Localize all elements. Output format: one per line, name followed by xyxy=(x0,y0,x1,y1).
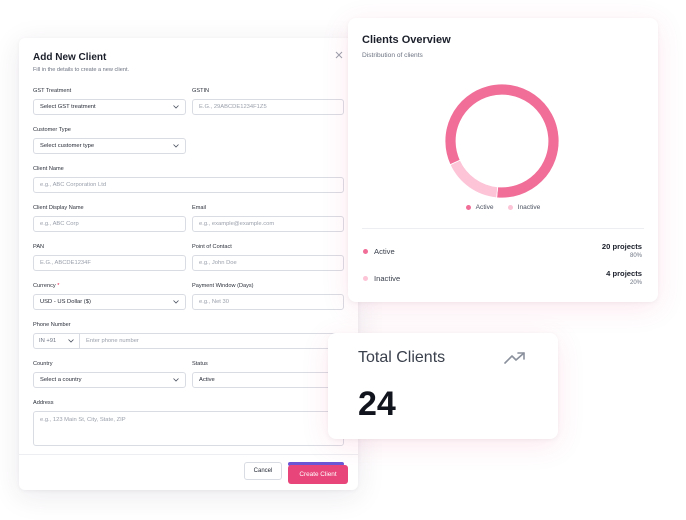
customer-type-label: Customer Type xyxy=(33,127,71,133)
status-value: Active xyxy=(199,377,215,383)
client-display-name-label: Client Display Name xyxy=(33,205,84,211)
currency-label-text: Currency xyxy=(33,283,56,289)
email-label: Email xyxy=(192,205,206,211)
chevron-down-icon xyxy=(173,300,179,304)
chevron-down-icon xyxy=(68,339,74,343)
clients-donut-chart xyxy=(444,83,560,199)
close-icon[interactable] xyxy=(334,50,344,60)
address-placeholder: e.g., 123 Main St, City, State, ZIP xyxy=(40,417,126,423)
footer-divider xyxy=(19,454,358,455)
point-of-contact-placeholder: e.g., John Doe xyxy=(199,260,237,266)
cancel-button[interactable]: Cancel xyxy=(244,462,282,480)
payment-window-input[interactable]: e.g., Net 30 xyxy=(192,294,344,310)
status-select[interactable]: Active xyxy=(192,372,344,388)
payment-window-label: Payment Window (Days) xyxy=(192,283,254,289)
legend-label-active: Active xyxy=(475,204,494,211)
email-placeholder: e.g., example@example.com xyxy=(199,221,275,227)
row-label-inactive: Inactive xyxy=(374,274,401,283)
gstin-placeholder: E.G., 29ABCDE1234F1Z5 xyxy=(199,104,267,110)
row-label-active: Active xyxy=(374,247,395,256)
pan-input[interactable]: E.G., ABCDE1234F xyxy=(33,255,186,271)
legend-item-inactive: Inactive xyxy=(507,204,541,211)
address-textarea[interactable]: e.g., 123 Main St, City, State, ZIP xyxy=(33,411,344,446)
client-name-placeholder: e.g., ABC Corporation Ltd xyxy=(40,182,107,188)
gstin-input[interactable]: E.G., 29ABCDE1234F1Z5 xyxy=(192,99,344,115)
row-dot-inactive xyxy=(363,276,368,281)
phone-number-placeholder: Enter phone number xyxy=(86,338,139,344)
currency-value: USD - US Dollar ($) xyxy=(40,299,91,305)
country-select[interactable]: Select a country xyxy=(33,372,186,388)
client-name-label: Client Name xyxy=(33,166,64,172)
row-dot-active xyxy=(363,249,368,254)
gst-treatment-value: Select GST treatment xyxy=(40,104,96,110)
chevron-down-icon xyxy=(173,378,179,382)
chart-legend: Active Inactive xyxy=(348,204,658,211)
row-percent-active: 80% xyxy=(629,253,642,259)
address-label: Address xyxy=(33,400,54,406)
pan-label: PAN xyxy=(33,244,45,250)
dialog-title: Add New Client xyxy=(33,52,107,63)
currency-select[interactable]: USD - US Dollar ($) xyxy=(33,294,186,310)
row-count-active: 20 projects xyxy=(601,242,642,251)
overview-title: Clients Overview xyxy=(362,34,451,46)
overview-subtitle: Distribution of clients xyxy=(362,52,423,59)
chevron-down-icon xyxy=(173,144,179,148)
overview-divider xyxy=(362,228,644,229)
gstin-label: GSTIN xyxy=(192,88,210,94)
legend-item-active: Active xyxy=(465,204,494,211)
row-count-inactive: 4 projects xyxy=(606,269,642,278)
status-label: Status xyxy=(192,361,208,367)
donut-slice-inactive[interactable] xyxy=(449,159,499,199)
pan-placeholder: E.G., ABCDE1234F xyxy=(40,260,91,266)
country-code-value: IN +91 xyxy=(39,338,57,344)
required-mark: * xyxy=(57,283,60,289)
country-label: Country xyxy=(33,361,53,367)
total-clients-card: Total Clients 24 xyxy=(328,333,558,439)
legend-dot-inactive xyxy=(507,205,513,210)
customer-type-select[interactable]: Select customer type xyxy=(33,138,186,154)
client-display-name-input[interactable]: e.g., ABC Corp xyxy=(33,216,186,232)
create-client-button[interactable]: Create Client xyxy=(288,465,348,484)
dialog-subtitle: Fill in the details to create a new clie… xyxy=(33,67,130,73)
legend-dot-active xyxy=(465,205,471,210)
customer-type-value: Select customer type xyxy=(40,143,95,149)
email-input[interactable]: e.g., example@example.com xyxy=(192,216,344,232)
point-of-contact-input[interactable]: e.g., John Doe xyxy=(192,255,344,271)
trending-up-icon xyxy=(504,352,525,364)
client-display-name-placeholder: e.g., ABC Corp xyxy=(40,221,79,227)
gst-treatment-select[interactable]: Select GST treatment xyxy=(33,99,186,115)
country-value: Select a country xyxy=(40,377,82,383)
legend-label-inactive: Inactive xyxy=(517,204,541,211)
clients-overview-card: Clients Overview Distribution of clients… xyxy=(348,18,658,302)
add-client-dialog: Add New Client Fill in the details to cr… xyxy=(19,38,358,490)
client-name-input[interactable]: e.g., ABC Corporation Ltd xyxy=(33,177,344,193)
total-clients-value: 24 xyxy=(358,385,396,423)
gst-treatment-label: GST Treatment xyxy=(33,88,72,94)
chevron-down-icon xyxy=(173,105,179,109)
payment-window-placeholder: e.g., Net 30 xyxy=(199,299,229,305)
point-of-contact-label: Point of Contact xyxy=(192,244,232,250)
total-clients-label: Total Clients xyxy=(358,349,446,366)
phone-number-label: Phone Number xyxy=(33,322,71,328)
phone-number-field[interactable]: IN +91 Enter phone number xyxy=(33,333,344,349)
country-code-select[interactable]: IN +91 xyxy=(34,334,80,348)
currency-label: Currency * xyxy=(33,283,59,289)
row-percent-inactive: 20% xyxy=(629,280,642,286)
